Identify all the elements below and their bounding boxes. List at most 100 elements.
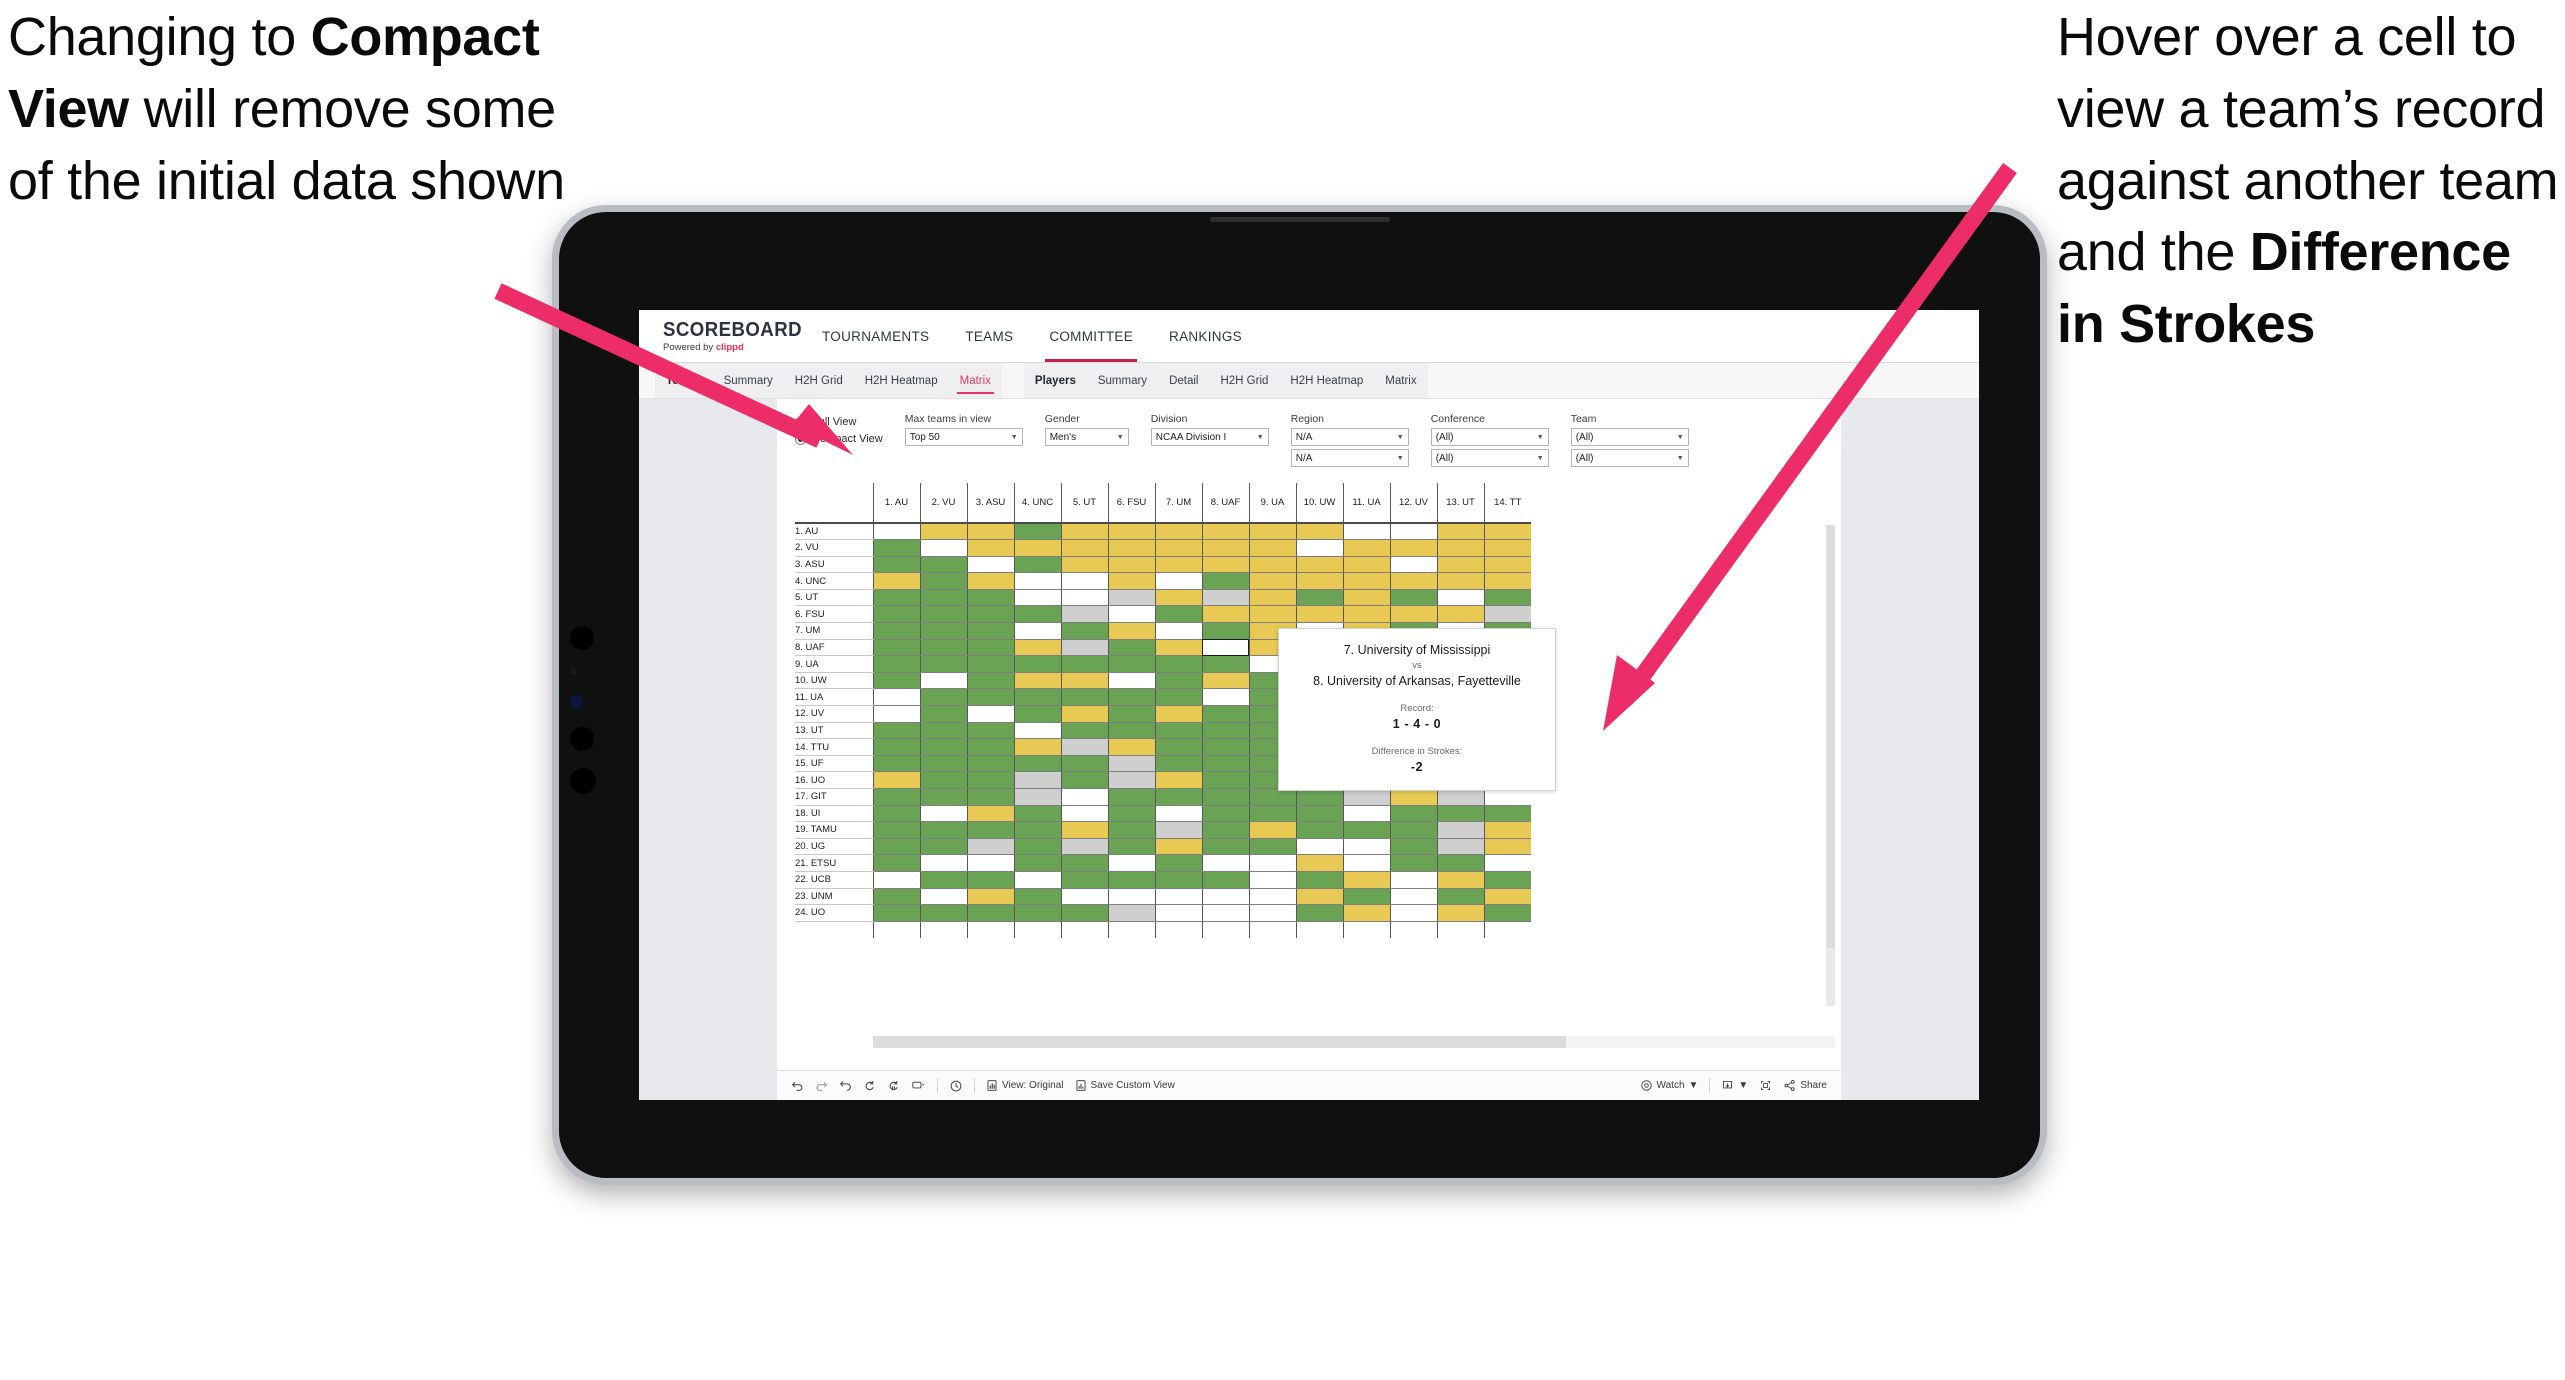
matrix-cell[interactable] bbox=[966, 854, 1014, 872]
matrix-cell[interactable] bbox=[919, 838, 967, 856]
matrix-cell[interactable] bbox=[919, 672, 967, 690]
matrix-cell[interactable] bbox=[1342, 904, 1390, 922]
matrix-cell[interactable] bbox=[966, 622, 1014, 640]
matrix-cell[interactable] bbox=[1013, 556, 1061, 574]
matrix-cell[interactable] bbox=[1248, 904, 1296, 922]
tab-players-matrix[interactable]: Matrix bbox=[1374, 363, 1427, 398]
matrix-cell[interactable] bbox=[1107, 738, 1155, 756]
matrix-cell[interactable] bbox=[1201, 821, 1249, 839]
select-team-2[interactable]: (All) ▼ bbox=[1570, 449, 1689, 467]
matrix-cell[interactable] bbox=[919, 755, 967, 773]
matrix-cell[interactable] bbox=[1436, 871, 1484, 889]
view-mode-radio-group[interactable]: Full View Compact View bbox=[795, 413, 883, 445]
tab-teams-summary[interactable]: Summary bbox=[713, 363, 784, 398]
matrix-cell[interactable] bbox=[1201, 688, 1249, 707]
matrix-cell[interactable] bbox=[1389, 605, 1437, 624]
matrix-cell[interactable] bbox=[1295, 589, 1343, 607]
matrix-cell[interactable] bbox=[1107, 622, 1155, 640]
matrix-cell[interactable] bbox=[1483, 904, 1531, 922]
select-conference-2[interactable]: (All) ▼ bbox=[1430, 449, 1549, 467]
matrix-cell[interactable] bbox=[872, 705, 920, 723]
matrix-cell[interactable] bbox=[1060, 639, 1108, 657]
matrix-cell[interactable] bbox=[1342, 556, 1390, 574]
matrix-cell[interactable] bbox=[1107, 904, 1155, 922]
matrix-cell[interactable] bbox=[966, 556, 1014, 574]
matrix-cell[interactable] bbox=[1389, 523, 1437, 541]
matrix-cell[interactable] bbox=[872, 722, 920, 740]
matrix-cell[interactable] bbox=[1201, 805, 1249, 823]
matrix-cell[interactable] bbox=[1154, 722, 1202, 740]
matrix-cell[interactable] bbox=[966, 871, 1014, 889]
matrix-cell[interactable] bbox=[1483, 523, 1531, 541]
matrix-cell[interactable] bbox=[1013, 788, 1061, 806]
matrix-cell[interactable] bbox=[1295, 854, 1343, 872]
matrix-cell[interactable] bbox=[1060, 589, 1108, 607]
matrix-cell[interactable] bbox=[919, 688, 967, 707]
revert-icon[interactable] bbox=[839, 1079, 852, 1092]
tab-players-summary[interactable]: Summary bbox=[1087, 363, 1158, 398]
matrix-cell[interactable] bbox=[1107, 705, 1155, 723]
matrix-cell[interactable] bbox=[1342, 854, 1390, 872]
matrix-cell[interactable] bbox=[1295, 838, 1343, 856]
matrix-cell[interactable] bbox=[966, 755, 1014, 773]
matrix-cell[interactable] bbox=[1342, 572, 1390, 590]
matrix-cell[interactable] bbox=[1107, 523, 1155, 541]
matrix-cell[interactable] bbox=[1248, 871, 1296, 889]
select-team-1[interactable]: (All) ▼ bbox=[1570, 428, 1689, 446]
matrix-cell[interactable] bbox=[1389, 539, 1437, 557]
matrix-cell[interactable] bbox=[1013, 672, 1061, 690]
matrix-cell[interactable] bbox=[872, 655, 920, 673]
matrix-cell[interactable] bbox=[919, 572, 967, 590]
matrix-cell[interactable] bbox=[872, 556, 920, 574]
matrix-cell[interactable] bbox=[1013, 904, 1061, 922]
matrix-cell[interactable] bbox=[1060, 888, 1108, 906]
matrix-cell[interactable] bbox=[1201, 672, 1249, 690]
matrix-cell[interactable] bbox=[1013, 572, 1061, 590]
nav-item-rankings[interactable]: RANKINGS bbox=[1151, 310, 1260, 362]
matrix-cell[interactable] bbox=[1342, 805, 1390, 823]
matrix-cell[interactable] bbox=[919, 788, 967, 806]
matrix-cell[interactable] bbox=[1107, 572, 1155, 590]
matrix-cell[interactable] bbox=[872, 605, 920, 624]
matrix-cell[interactable] bbox=[872, 788, 920, 806]
matrix-cell[interactable] bbox=[966, 705, 1014, 723]
save-custom-view-button[interactable]: Save Custom View bbox=[1075, 1079, 1175, 1092]
pause-auto-update-icon[interactable] bbox=[949, 1079, 963, 1093]
matrix-cell[interactable] bbox=[1107, 556, 1155, 574]
matrix-cell[interactable] bbox=[1436, 805, 1484, 823]
matrix-cell[interactable] bbox=[966, 672, 1014, 690]
matrix-cell[interactable] bbox=[1154, 556, 1202, 574]
matrix-cell[interactable] bbox=[1060, 738, 1108, 756]
matrix-cell[interactable] bbox=[966, 904, 1014, 922]
matrix-cell[interactable] bbox=[1342, 523, 1390, 541]
matrix-cell[interactable] bbox=[919, 639, 967, 657]
matrix-cell[interactable] bbox=[1060, 572, 1108, 590]
matrix-cell[interactable] bbox=[966, 589, 1014, 607]
matrix-cell[interactable] bbox=[872, 523, 920, 541]
matrix-cell[interactable] bbox=[1060, 556, 1108, 574]
matrix-cell[interactable] bbox=[1248, 539, 1296, 557]
matrix-cell[interactable] bbox=[872, 838, 920, 856]
matrix-cell[interactable] bbox=[966, 722, 1014, 740]
matrix-cell[interactable] bbox=[872, 904, 920, 922]
matrix-cell[interactable] bbox=[1154, 639, 1202, 657]
matrix-cell[interactable] bbox=[1295, 888, 1343, 906]
matrix-cell[interactable] bbox=[1107, 655, 1155, 673]
matrix-cell[interactable] bbox=[1013, 655, 1061, 673]
select-conference-1[interactable]: (All) ▼ bbox=[1430, 428, 1549, 446]
matrix-cell[interactable] bbox=[1248, 556, 1296, 574]
matrix-cell[interactable] bbox=[1154, 871, 1202, 889]
matrix-cell[interactable] bbox=[872, 572, 920, 590]
matrix-cell[interactable] bbox=[1107, 639, 1155, 657]
matrix-cell[interactable] bbox=[1389, 854, 1437, 872]
matrix-cell[interactable] bbox=[1107, 888, 1155, 906]
matrix-cell[interactable] bbox=[1060, 523, 1108, 541]
matrix-cell[interactable] bbox=[1483, 605, 1531, 624]
matrix-cell[interactable] bbox=[1154, 805, 1202, 823]
matrix-cell[interactable] bbox=[1154, 655, 1202, 673]
matrix-cell[interactable] bbox=[919, 821, 967, 839]
matrix-cell[interactable] bbox=[1154, 589, 1202, 607]
matrix-cell[interactable] bbox=[1483, 539, 1531, 557]
matrix-cell[interactable] bbox=[1013, 605, 1061, 624]
matrix-cell[interactable] bbox=[919, 539, 967, 557]
